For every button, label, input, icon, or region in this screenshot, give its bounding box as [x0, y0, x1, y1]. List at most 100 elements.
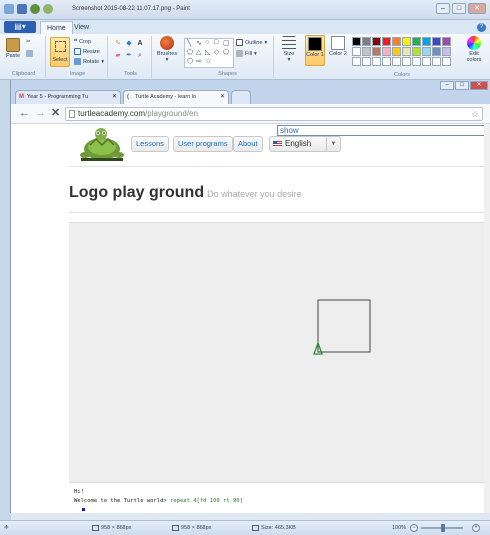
turtle-canvas[interactable]	[69, 222, 490, 482]
palette-swatch[interactable]	[442, 57, 451, 66]
color2-button[interactable]: Color 2	[328, 35, 348, 66]
palette-swatch[interactable]	[412, 37, 421, 46]
palette-swatch[interactable]	[382, 47, 391, 56]
user-programs-button[interactable]: User programs	[173, 136, 233, 152]
palette-swatch[interactable]	[392, 57, 401, 66]
browser-tab-1[interactable]: M Year 5 - Programming Tu ✕	[15, 90, 121, 104]
logo-console[interactable]: Hi! Welcome to the Turtle world> repeat …	[69, 482, 490, 513]
brushes-button[interactable]: Brushes ▾	[154, 36, 180, 63]
size-button[interactable]: Size ▾	[278, 36, 300, 63]
save-icon[interactable]	[17, 4, 27, 14]
diamond-shape-icon[interactable]: ◇	[214, 48, 219, 56]
crop-button[interactable]: ⌗ Crop	[74, 38, 91, 45]
zoom-slider-thumb[interactable]	[441, 524, 445, 532]
edit-colors-button[interactable]: Edit colors	[462, 36, 486, 63]
paste-button[interactable]: Paste	[3, 38, 23, 59]
paint-app-icon[interactable]	[4, 4, 14, 14]
browser-screenshot[interactable]: M Year 5 - Programming Tu ✕ ( Turtle Aca…	[10, 80, 490, 520]
eraser-icon[interactable]: ▰	[114, 52, 122, 60]
palette-swatch[interactable]	[372, 37, 381, 46]
vertical-scrollbar[interactable]	[484, 124, 490, 513]
polygon-shape-icon[interactable]: ⬠	[187, 48, 193, 56]
pentagon-shape-icon[interactable]: ⬠	[223, 48, 229, 56]
browser-maximize-button[interactable]: □	[455, 81, 469, 90]
palette-swatch[interactable]	[382, 57, 391, 66]
browser-minimize-button[interactable]: –	[440, 81, 454, 90]
new-tab-button[interactable]	[231, 90, 251, 104]
help-icon[interactable]: ?	[477, 23, 486, 32]
color1-button[interactable]: Color 1	[305, 35, 325, 66]
language-select[interactable]: English ▼	[269, 136, 341, 152]
copy-button[interactable]	[26, 50, 33, 57]
palette-swatch[interactable]	[382, 37, 391, 46]
rounded-rect-shape-icon[interactable]: ▢	[223, 39, 230, 47]
bookmark-star-icon[interactable]: ☆	[471, 108, 479, 120]
browser-tab-2[interactable]: ( Turtle Academy - learn lo ✕	[123, 90, 229, 104]
palette-swatch[interactable]	[392, 47, 401, 56]
rectangle-shape-icon[interactable]: □	[214, 39, 218, 46]
palette-swatch[interactable]	[372, 47, 381, 56]
pencil-icon[interactable]: ✎	[114, 40, 122, 48]
palette-swatch[interactable]	[362, 37, 371, 46]
undo-icon[interactable]	[30, 4, 40, 14]
back-icon[interactable]: ←	[19, 108, 30, 119]
palette-swatch[interactable]	[432, 57, 441, 66]
palette-swatch[interactable]	[402, 57, 411, 66]
triangle-shape-icon[interactable]: △	[196, 48, 201, 56]
palette-swatch[interactable]	[362, 57, 371, 66]
palette-swatch[interactable]	[432, 47, 441, 56]
select-button[interactable]: Select	[50, 37, 70, 67]
resize-button[interactable]: Resize	[74, 48, 100, 55]
text-icon[interactable]: A	[136, 40, 144, 48]
paint-menu-button[interactable]: ▤▾	[4, 21, 36, 33]
palette-swatch[interactable]	[412, 47, 421, 56]
palette-swatch[interactable]	[402, 47, 411, 56]
address-bar[interactable]: turtleacademy.com/playground/en ☆	[65, 107, 483, 121]
curve-shape-icon[interactable]: ∿	[196, 39, 202, 47]
palette-swatch[interactable]	[392, 37, 401, 46]
palette-swatch[interactable]	[402, 37, 411, 46]
browser-close-button[interactable]: ✕	[470, 81, 488, 90]
zoom-out-button[interactable]: −	[410, 524, 418, 532]
shapes-gallery[interactable]: ╲ ∿ ○ □ ▢ ⬠ △ ◺ ◇ ⬠ ⬡ ⇨ ☆	[184, 38, 234, 68]
turtle-academy-logo[interactable]	[75, 127, 129, 163]
close-button[interactable]: ✕	[468, 3, 486, 14]
palette-swatch[interactable]	[422, 47, 431, 56]
horizontal-scrollbar[interactable]	[11, 513, 490, 520]
palette-swatch[interactable]	[442, 47, 451, 56]
palette-swatch[interactable]	[352, 57, 361, 66]
maximize-button[interactable]: □	[452, 3, 466, 14]
close-tab-icon[interactable]: ✕	[112, 91, 117, 104]
hexagon-shape-icon[interactable]: ⬡	[187, 57, 193, 65]
tab-view[interactable]: View	[68, 21, 95, 34]
color-picker-icon[interactable]: ✒	[125, 52, 133, 60]
arrow-shape-icon[interactable]: ⇨	[196, 57, 202, 65]
search-input[interactable]: show	[277, 125, 490, 136]
palette-swatch[interactable]	[422, 37, 431, 46]
zoom-in-button[interactable]: +	[472, 524, 480, 532]
palette-swatch[interactable]	[352, 47, 361, 56]
minimize-button[interactable]: –	[436, 3, 450, 14]
star-shape-icon[interactable]: ☆	[205, 57, 211, 65]
close-tab-icon[interactable]: ✕	[220, 91, 225, 104]
palette-swatch[interactable]	[362, 47, 371, 56]
line-shape-icon[interactable]: ╲	[187, 39, 191, 47]
outline-button[interactable]: Outline ▾	[236, 39, 267, 46]
fill-icon[interactable]: ◆	[125, 40, 133, 48]
palette-swatch[interactable]	[372, 57, 381, 66]
palette-swatch[interactable]	[422, 57, 431, 66]
palette-swatch[interactable]	[352, 37, 361, 46]
about-button[interactable]: About	[233, 136, 263, 152]
right-triangle-shape-icon[interactable]: ◺	[205, 48, 210, 56]
stop-icon[interactable]: ✕	[51, 108, 60, 119]
palette-swatch[interactable]	[432, 37, 441, 46]
forward-icon[interactable]: →	[35, 108, 46, 119]
cut-button[interactable]: ✂	[26, 39, 31, 45]
lessons-button[interactable]: Lessons	[131, 136, 169, 152]
redo-icon[interactable]	[43, 4, 53, 14]
palette-swatch[interactable]	[412, 57, 421, 66]
fill-button[interactable]: Fill ▾	[236, 50, 257, 57]
oval-shape-icon[interactable]: ○	[205, 39, 209, 46]
palette-swatch[interactable]	[442, 37, 451, 46]
magnifier-icon[interactable]: ⌕	[136, 52, 144, 60]
